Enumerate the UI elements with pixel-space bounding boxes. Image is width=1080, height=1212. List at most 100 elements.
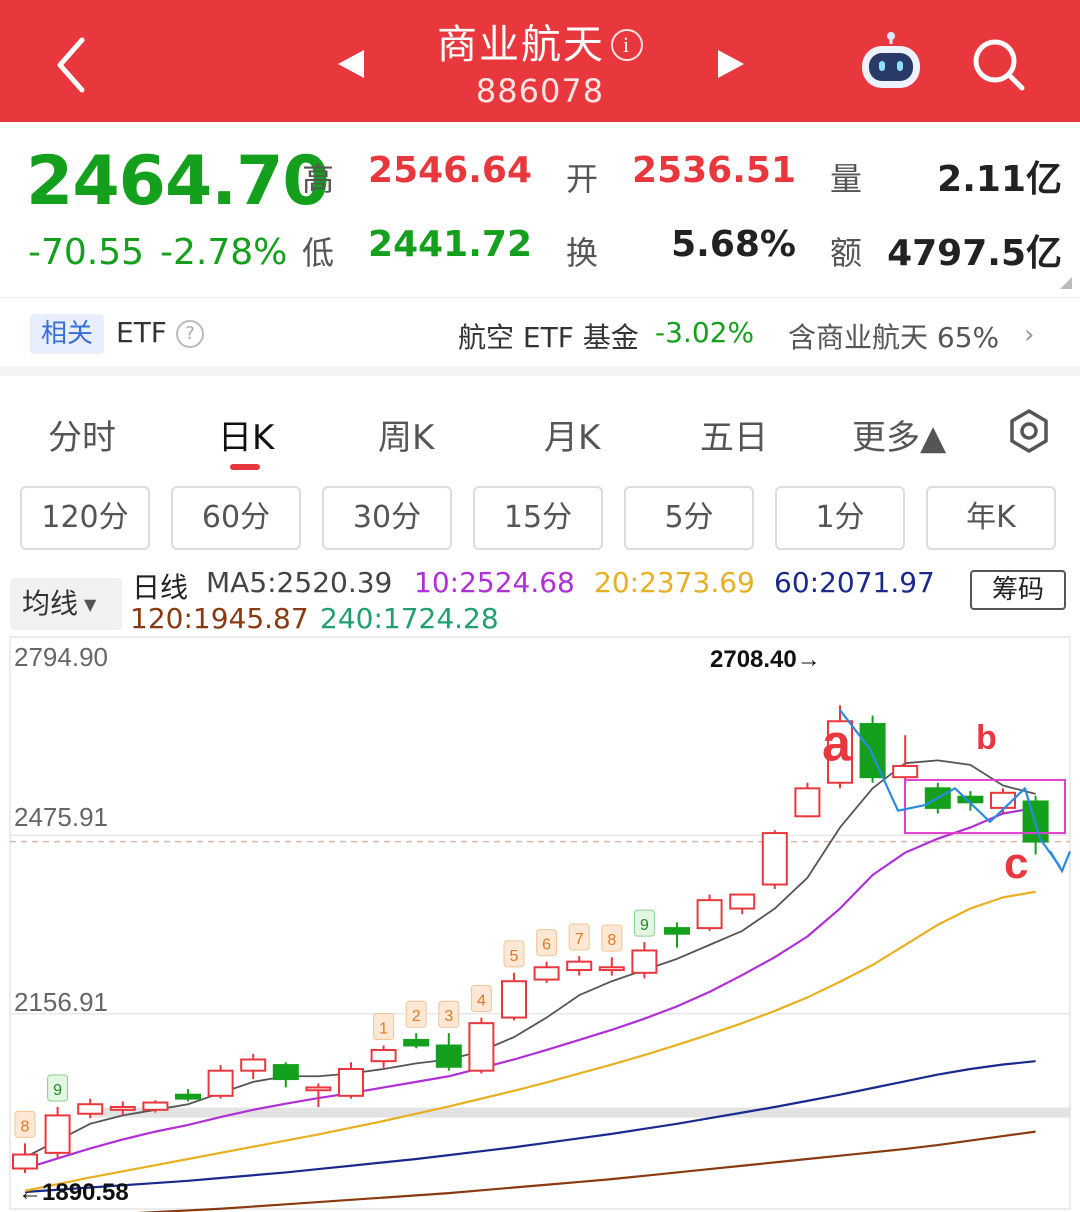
low-marker: ←1890.58	[18, 1179, 129, 1206]
candle-body	[109, 1106, 136, 1111]
chip-yearly-k[interactable]: 年K	[926, 486, 1056, 550]
candle-body	[435, 1044, 462, 1068]
candle-body	[142, 1101, 169, 1111]
countdown-label: 3	[444, 1008, 453, 1025]
candle-body	[566, 960, 593, 972]
chip-15min[interactable]: 15分	[473, 486, 603, 550]
header-bar: 商业航天 i 886078	[0, 0, 1080, 122]
candle-body	[761, 832, 788, 886]
annotation-label: b	[976, 719, 997, 757]
low-value: 2441.72	[368, 224, 532, 265]
expand-corner-icon[interactable]	[1060, 277, 1072, 289]
candle-body	[305, 1086, 332, 1092]
candle-body	[501, 980, 527, 1019]
high-value: 2546.64	[368, 150, 532, 191]
candle-body	[12, 1153, 38, 1170]
ma5-value: MA5:2520.39	[206, 566, 393, 599]
countdown-label: 9	[53, 1082, 62, 1099]
annotation-arrow-head	[1049, 850, 1072, 874]
candle-body	[207, 1069, 234, 1097]
candle-body	[44, 1114, 71, 1154]
tab-intraday[interactable]: 分时	[48, 410, 116, 459]
chart-frame	[9, 636, 1071, 1210]
kline-svg: 8 9 1 2 3 4 5 6 7 8 9 2708.40→ ←1890.58 a b c	[9, 636, 1072, 1212]
help-icon[interactable]: ?	[176, 320, 204, 348]
candle-body	[664, 927, 690, 935]
candle-body	[957, 795, 984, 804]
y-tick-bottom: 2156.91	[14, 987, 108, 1017]
info-icon[interactable]: i	[611, 29, 643, 61]
next-stock-arrow[interactable]	[716, 48, 746, 80]
countdown-label: 1	[379, 1021, 388, 1038]
chip-60min[interactable]: 60分	[171, 486, 301, 550]
chip-distribution-button[interactable]: 筹码	[970, 570, 1066, 610]
countdown-label: 5	[510, 948, 519, 965]
caret-down-icon: ▼	[84, 595, 97, 614]
y-tick-middle: 2475.91	[14, 802, 108, 832]
tab-monthly-k[interactable]: 月K	[544, 410, 600, 459]
chip-30min[interactable]: 30分	[322, 486, 452, 550]
candle-body	[794, 787, 821, 818]
countdown-label: 9	[640, 917, 649, 934]
candle-body	[892, 764, 919, 779]
volume-value: 2.11亿	[937, 159, 1062, 200]
etf-label: ETF	[116, 316, 167, 349]
countdown-label: 4	[477, 993, 486, 1010]
candle-body	[859, 723, 886, 779]
etf-holding-info: 含商业航天 65%	[788, 321, 1000, 354]
related-tag: 相关	[30, 314, 104, 354]
related-etf-bar[interactable]: 相关 ETF ? 航空 ETF 基金 -3.02% 含商业航天 65% ›	[0, 298, 1080, 376]
candle-body	[370, 1048, 397, 1063]
price-change: -70.55	[28, 232, 145, 273]
etf-fund-change: -3.02%	[655, 316, 755, 349]
chip-120min[interactable]: 120分	[20, 486, 150, 550]
chip-1min[interactable]: 1分	[775, 486, 905, 550]
search-icon[interactable]	[968, 34, 1028, 94]
candle-body	[175, 1093, 201, 1100]
high-label: 高	[302, 160, 335, 198]
candle-body	[696, 899, 723, 930]
ma120-value: 120:1945.87	[130, 602, 309, 635]
countdown-label: 7	[575, 931, 584, 948]
robot-assistant-icon[interactable]	[858, 32, 924, 94]
quote-panel: 2464.70 -70.55 -2.78% 高 2546.64 低 2441.7…	[0, 122, 1080, 298]
candle-body	[631, 949, 658, 974]
candle-body	[338, 1067, 364, 1097]
turnover-value: 5.68%	[671, 224, 796, 265]
last-price: 2464.70	[26, 142, 330, 221]
candle-body	[77, 1103, 104, 1115]
amount-value: 4797.5亿	[887, 233, 1062, 274]
tab-more[interactable]: 更多▲	[852, 410, 946, 459]
countdown-label: 8	[21, 1118, 30, 1135]
tab-five-day[interactable]: 五日	[700, 410, 768, 459]
candle-body	[403, 1038, 430, 1047]
ma20-value: 20:2373.69	[594, 566, 755, 599]
candle-body	[598, 966, 625, 972]
candle-body	[533, 966, 560, 981]
tab-daily-k[interactable]: 日K	[218, 410, 274, 459]
annotation-label: c	[1004, 839, 1028, 888]
settings-icon[interactable]	[1006, 408, 1052, 454]
open-label: 开	[566, 160, 599, 198]
countdown-label: 6	[542, 937, 551, 954]
ma-selector[interactable]: 均线 ▼	[10, 578, 122, 630]
candle-body	[272, 1064, 299, 1081]
volume-label: 量	[830, 160, 863, 198]
kline-chart[interactable]: 8 9 1 2 3 4 5 6 7 8 9 2708.40→ ←1890.58 a b c 2794.90 2…	[0, 632, 1080, 1212]
turnover-label: 换	[566, 234, 599, 272]
open-value: 2536.51	[632, 150, 796, 191]
price-change-percent: -2.78%	[160, 232, 288, 273]
period-tabs: 分时 日K 周K 月K 五日 更多▲	[0, 386, 1080, 478]
active-tab-indicator	[230, 464, 260, 470]
annotation-label: a	[822, 714, 852, 772]
ma10-value: 10:2524.68	[414, 566, 575, 599]
low-label: 低	[302, 234, 335, 272]
countdown-label: 2	[412, 1008, 421, 1025]
high-marker: 2708.40→	[710, 646, 821, 673]
candle-body	[240, 1058, 267, 1072]
amount-label: 额	[830, 234, 863, 272]
chip-5min[interactable]: 5分	[624, 486, 754, 550]
tab-weekly-k[interactable]: 周K	[378, 410, 434, 459]
ma60-value: 60:2071.97	[774, 566, 935, 599]
etf-fund-name: 航空 ETF 基金	[458, 321, 639, 354]
